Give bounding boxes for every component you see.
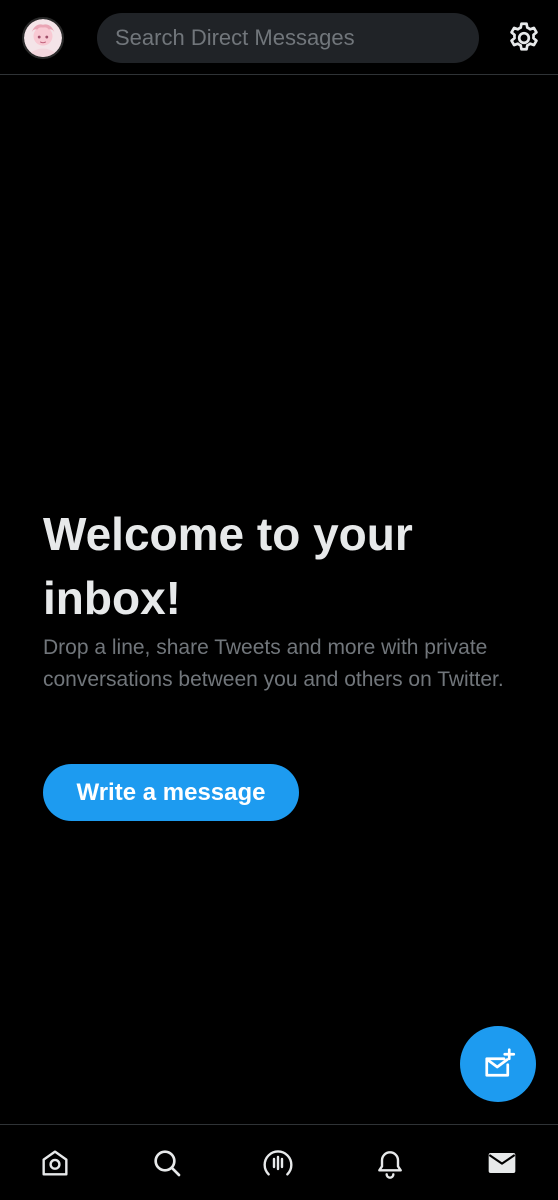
page-subtitle: Drop a line, share Tweets and more with … bbox=[43, 636, 504, 691]
home-icon[interactable] bbox=[39, 1147, 71, 1179]
top-bar bbox=[0, 0, 558, 75]
page-title: Welcome to your inbox! bbox=[43, 508, 413, 624]
notifications-bell-icon[interactable] bbox=[374, 1147, 406, 1179]
search-input[interactable] bbox=[97, 13, 479, 63]
write-message-button[interactable]: Write a message bbox=[43, 764, 299, 821]
avatar-image bbox=[24, 19, 62, 57]
messages-envelope-icon[interactable] bbox=[486, 1147, 518, 1179]
search-icon[interactable] bbox=[151, 1147, 183, 1179]
new-message-button[interactable] bbox=[460, 1026, 536, 1102]
new-message-icon bbox=[485, 1048, 516, 1077]
profile-avatar[interactable] bbox=[22, 17, 64, 59]
gear-icon[interactable] bbox=[506, 20, 542, 56]
bottom-nav bbox=[0, 1124, 558, 1200]
spaces-icon[interactable] bbox=[262, 1147, 294, 1179]
